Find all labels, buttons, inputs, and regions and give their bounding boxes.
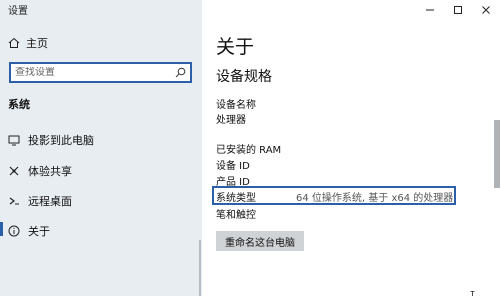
- close-button[interactable]: [472, 0, 500, 18]
- sidebar-item-remote-desktop[interactable]: 远程桌面: [8, 193, 72, 209]
- section-heading: 设备规格: [216, 69, 272, 85]
- spec-row-pen-touch: 笔和触控: [216, 206, 296, 221]
- spec-label: 系统类型: [216, 193, 256, 204]
- sidebar-item-label: 主页: [26, 37, 48, 50]
- sidebar-section-label: 系统: [8, 98, 30, 111]
- remote-desktop-icon: [8, 195, 20, 207]
- home-icon: [8, 37, 20, 49]
- sidebar-item-label: 投影到此电脑: [28, 134, 94, 147]
- search-icon[interactable]: [175, 67, 186, 78]
- info-icon: [8, 225, 20, 237]
- sidebar: 设置 主页 系统 投影到此电脑 体验共享 远程桌面 关于: [0, 0, 202, 296]
- page-title: 关于: [216, 36, 255, 58]
- spec-label: 笔和触控: [216, 210, 256, 221]
- sidebar-item-label: 远程桌面: [28, 195, 72, 208]
- spec-label: 设备名称: [216, 100, 256, 111]
- main-scrollbar[interactable]: [494, 120, 500, 188]
- projector-icon: [8, 134, 20, 146]
- spec-label: 已安装的 RAM: [216, 145, 282, 156]
- window-controls: [416, 0, 500, 18]
- sidebar-item-label: 体验共享: [28, 165, 72, 178]
- sidebar-scrollbar[interactable]: [199, 240, 201, 296]
- selected-indicator: [0, 222, 3, 236]
- spec-row-device-name: 设备名称: [216, 96, 296, 111]
- maximize-button[interactable]: [444, 0, 472, 18]
- spec-row-system-type: 系统类型 64 位操作系统, 基于 x64 的处理器: [216, 189, 453, 204]
- spec-row-processor: 处理器: [216, 111, 296, 126]
- rename-pc-button[interactable]: 重命名这台电脑: [216, 231, 304, 251]
- text-cursor-icon: [470, 286, 475, 296]
- main-content: 关于 设备规格 设备名称 处理器 已安装的 RAM 设备 ID 产品 ID 系统…: [202, 0, 500, 296]
- search-input[interactable]: [15, 67, 175, 78]
- sidebar-item-project[interactable]: 投影到此电脑: [8, 132, 94, 148]
- minimize-button[interactable]: [416, 0, 444, 18]
- sidebar-item-label: 关于: [28, 225, 50, 238]
- sidebar-item-share[interactable]: 体验共享: [8, 163, 72, 179]
- share-icon: [8, 165, 20, 177]
- spec-value: 64 位操作系统, 基于 x64 的处理器: [296, 193, 454, 204]
- close-icon: [481, 0, 491, 19]
- search-box[interactable]: [9, 62, 192, 83]
- minimize-icon: [425, 0, 435, 19]
- window-title: 设置: [8, 6, 28, 17]
- spec-label: 处理器: [216, 115, 246, 126]
- maximize-icon: [453, 0, 463, 19]
- sidebar-item-about[interactable]: 关于: [8, 223, 50, 239]
- spec-label: 设备 ID: [216, 161, 250, 172]
- spec-row-ram: 已安装的 RAM: [216, 141, 296, 156]
- sidebar-item-home[interactable]: 主页: [8, 35, 48, 51]
- spec-row-device-id: 设备 ID: [216, 157, 296, 172]
